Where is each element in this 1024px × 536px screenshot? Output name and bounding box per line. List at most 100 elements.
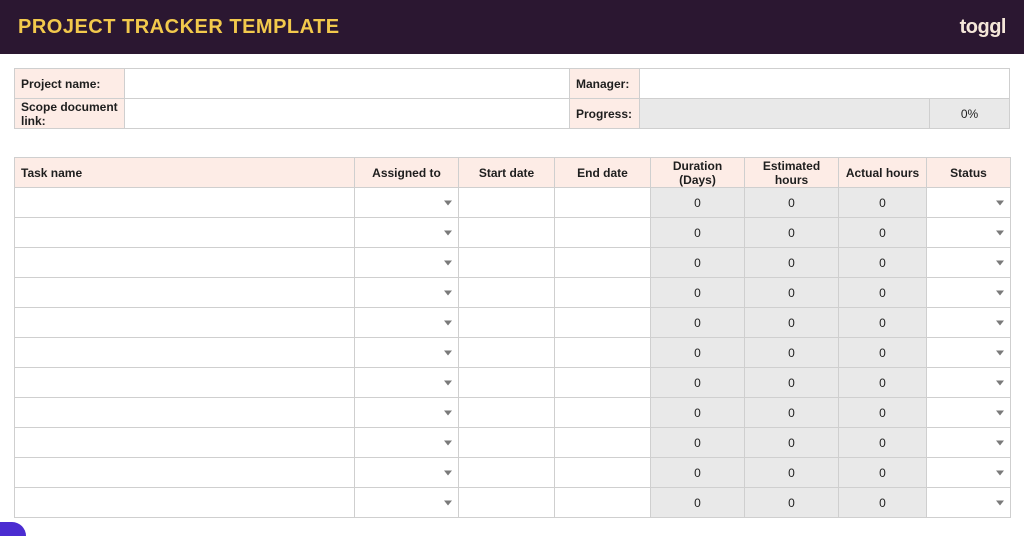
task-name-cell[interactable] [15, 428, 355, 458]
end-date-cell[interactable] [555, 218, 651, 248]
end-date-cell[interactable] [555, 488, 651, 518]
col-duration: Duration (Days) [651, 158, 745, 188]
assigned-to-cell[interactable] [355, 218, 459, 248]
manager-label: Manager: [570, 69, 640, 99]
task-name-cell[interactable] [15, 338, 355, 368]
chevron-down-icon [444, 410, 452, 415]
table-row: 000 [15, 428, 1011, 458]
col-est-hours: Estimated hours [745, 158, 839, 188]
start-date-cell[interactable] [459, 188, 555, 218]
chevron-down-icon [996, 290, 1004, 295]
assigned-to-cell[interactable] [355, 488, 459, 518]
assigned-to-cell[interactable] [355, 458, 459, 488]
assigned-to-cell[interactable] [355, 338, 459, 368]
end-date-cell[interactable] [555, 248, 651, 278]
start-date-cell[interactable] [459, 278, 555, 308]
end-date-cell[interactable] [555, 188, 651, 218]
end-date-cell[interactable] [555, 428, 651, 458]
est-hours-cell: 0 [745, 458, 839, 488]
page-title: PROJECT TRACKER TEMPLATE [18, 16, 340, 39]
status-cell[interactable] [927, 368, 1011, 398]
start-date-cell[interactable] [459, 398, 555, 428]
chevron-down-icon [996, 230, 1004, 235]
status-cell[interactable] [927, 338, 1011, 368]
project-name-label: Project name: [15, 69, 125, 99]
duration-cell: 0 [651, 458, 745, 488]
status-cell[interactable] [927, 398, 1011, 428]
status-cell[interactable] [927, 488, 1011, 518]
table-row: 000 [15, 368, 1011, 398]
task-name-cell[interactable] [15, 278, 355, 308]
col-assigned-to: Assigned to [355, 158, 459, 188]
assigned-to-cell[interactable] [355, 308, 459, 338]
chevron-down-icon [996, 320, 1004, 325]
duration-cell: 0 [651, 218, 745, 248]
est-hours-cell: 0 [745, 428, 839, 458]
est-hours-cell: 0 [745, 308, 839, 338]
decorative-corner [0, 522, 26, 536]
chevron-down-icon [996, 410, 1004, 415]
assigned-to-cell[interactable] [355, 188, 459, 218]
start-date-cell[interactable] [459, 248, 555, 278]
table-row: 000 [15, 488, 1011, 518]
start-date-cell[interactable] [459, 308, 555, 338]
assigned-to-cell[interactable] [355, 428, 459, 458]
status-cell[interactable] [927, 308, 1011, 338]
col-status: Status [927, 158, 1011, 188]
assigned-to-cell[interactable] [355, 368, 459, 398]
task-name-cell[interactable] [15, 458, 355, 488]
end-date-cell[interactable] [555, 308, 651, 338]
start-date-cell[interactable] [459, 488, 555, 518]
duration-cell: 0 [651, 188, 745, 218]
scope-link-label: Scope document link: [15, 99, 125, 129]
start-date-cell[interactable] [459, 368, 555, 398]
task-name-cell[interactable] [15, 188, 355, 218]
start-date-cell[interactable] [459, 428, 555, 458]
status-cell[interactable] [927, 188, 1011, 218]
status-cell[interactable] [927, 218, 1011, 248]
actual-hours-cell: 0 [839, 248, 927, 278]
status-cell[interactable] [927, 428, 1011, 458]
chevron-down-icon [444, 200, 452, 205]
chevron-down-icon [996, 200, 1004, 205]
end-date-cell[interactable] [555, 338, 651, 368]
end-date-cell[interactable] [555, 278, 651, 308]
chevron-down-icon [444, 470, 452, 475]
project-meta-table: Project name: Manager: Scope document li… [14, 68, 1010, 129]
chevron-down-icon [444, 320, 452, 325]
task-name-cell[interactable] [15, 308, 355, 338]
status-cell[interactable] [927, 458, 1011, 488]
table-row: 000 [15, 458, 1011, 488]
end-date-cell[interactable] [555, 368, 651, 398]
col-actual-hours: Actual hours [839, 158, 927, 188]
actual-hours-cell: 0 [839, 398, 927, 428]
task-name-cell[interactable] [15, 368, 355, 398]
task-name-cell[interactable] [15, 398, 355, 428]
status-cell[interactable] [927, 278, 1011, 308]
manager-cell[interactable] [640, 69, 1010, 99]
start-date-cell[interactable] [459, 338, 555, 368]
assigned-to-cell[interactable] [355, 248, 459, 278]
est-hours-cell: 0 [745, 338, 839, 368]
end-date-cell[interactable] [555, 458, 651, 488]
status-cell[interactable] [927, 248, 1011, 278]
start-date-cell[interactable] [459, 218, 555, 248]
chevron-down-icon [996, 470, 1004, 475]
actual-hours-cell: 0 [839, 428, 927, 458]
chevron-down-icon [444, 500, 452, 505]
actual-hours-cell: 0 [839, 338, 927, 368]
duration-cell: 0 [651, 488, 745, 518]
tasks-header-row: Task name Assigned to Start date End dat… [15, 158, 1011, 188]
task-name-cell[interactable] [15, 488, 355, 518]
assigned-to-cell[interactable] [355, 398, 459, 428]
start-date-cell[interactable] [459, 458, 555, 488]
chevron-down-icon [996, 440, 1004, 445]
scope-link-cell[interactable] [125, 99, 570, 129]
task-name-cell[interactable] [15, 248, 355, 278]
task-name-cell[interactable] [15, 218, 355, 248]
project-name-cell[interactable] [125, 69, 570, 99]
end-date-cell[interactable] [555, 398, 651, 428]
assigned-to-cell[interactable] [355, 278, 459, 308]
duration-cell: 0 [651, 368, 745, 398]
est-hours-cell: 0 [745, 188, 839, 218]
